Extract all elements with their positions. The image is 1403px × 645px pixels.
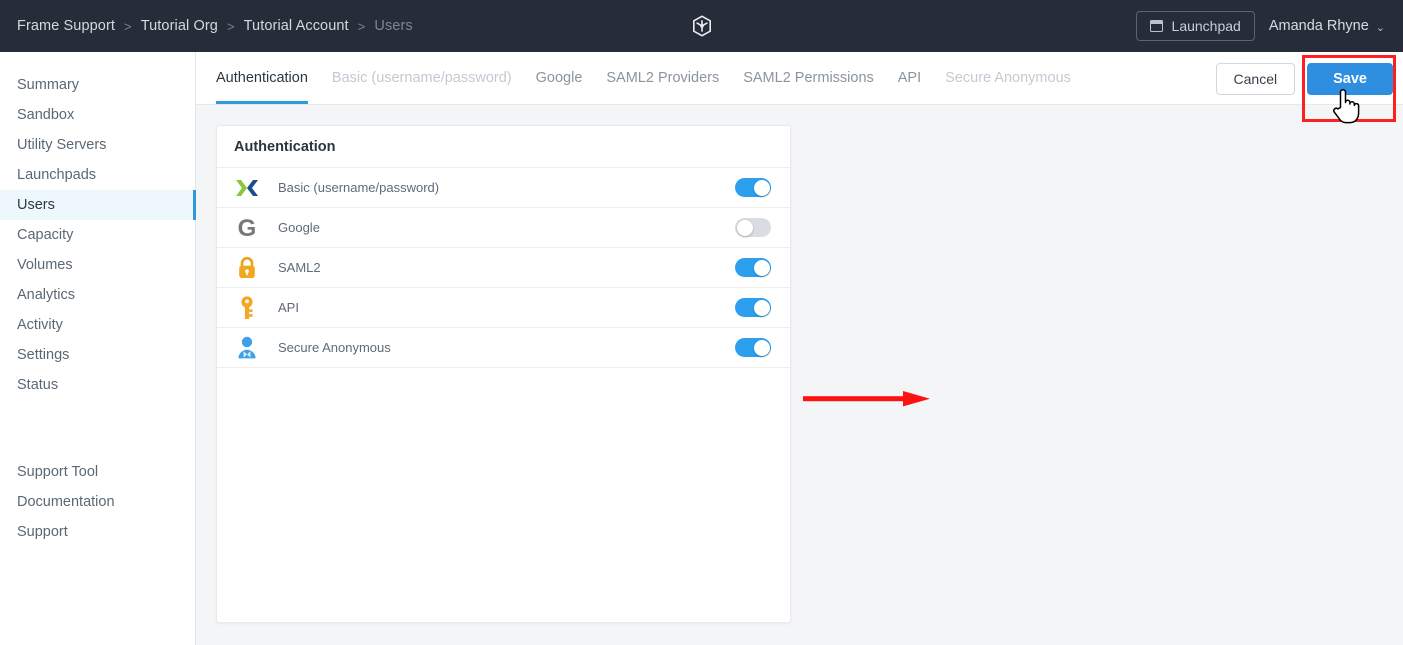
cancel-button[interactable]: Cancel	[1215, 63, 1296, 95]
top-bar-right: Launchpad Amanda Rhyne ⌄	[1135, 0, 1389, 52]
window-icon	[1149, 20, 1163, 32]
sidebar-item-sandbox[interactable]: Sandbox	[0, 100, 195, 130]
breadcrumb-separator: >	[124, 18, 132, 34]
sidebar-item-settings[interactable]: Settings	[0, 340, 195, 370]
sidebar-item-support-tool[interactable]: Support Tool	[0, 457, 195, 487]
sidebar-item-label: Launchpads	[17, 167, 97, 183]
auth-row-label: API	[278, 300, 299, 315]
toggle-knob	[753, 339, 770, 356]
tab-saml2-providers[interactable]: SAML2 Providers	[606, 52, 719, 104]
card-title: Authentication	[217, 126, 790, 168]
red-arrow-right-icon	[803, 390, 931, 413]
save-button[interactable]: Save	[1307, 63, 1393, 95]
sidebar-item-utility-servers[interactable]: Utility Servers	[0, 130, 195, 160]
sidebar-item-capacity[interactable]: Capacity	[0, 220, 195, 250]
top-bar: Frame Support > Tutorial Org > Tutorial …	[0, 0, 1403, 52]
tab-secure-anonymous[interactable]: Secure Anonymous	[945, 52, 1071, 104]
sidebar-item-label: Status	[17, 377, 59, 393]
toggle-knob	[753, 179, 770, 196]
sidebar-item-volumes[interactable]: Volumes	[0, 250, 195, 280]
app-root: Frame Support > Tutorial Org > Tutorial …	[0, 0, 1403, 645]
launchpad-button[interactable]: Launchpad	[1135, 11, 1255, 41]
sidebar-item-users[interactable]: Users	[0, 190, 196, 220]
google-g-icon: G	[234, 215, 260, 241]
sidebar-item-documentation[interactable]: Documentation	[0, 487, 195, 517]
sidebar-item-label: Support Tool	[17, 464, 99, 480]
auth-row-label: Google	[278, 220, 320, 235]
sidebar-item-support[interactable]: Support	[0, 517, 195, 547]
toggle-api[interactable]	[735, 298, 771, 317]
sidebar: Summary Sandbox Utility Servers Launchpa…	[0, 52, 196, 645]
sidebar-item-label: Summary	[17, 77, 80, 93]
content-area: Authentication Basic (username/password)…	[196, 52, 1403, 645]
user-menu[interactable]: Amanda Rhyne ⌄	[1269, 18, 1389, 34]
tab-label: API	[897, 70, 922, 86]
auth-row-api: API	[217, 288, 790, 328]
auth-row-saml2: SAML2	[217, 248, 790, 288]
breadcrumb-separator: >	[226, 18, 235, 34]
tab-label: Basic (username/password)	[331, 70, 512, 86]
launchpad-button-label: Launchpad	[1171, 18, 1241, 34]
cube-logo-icon	[690, 14, 714, 38]
tab-label: Google	[535, 70, 583, 86]
key-icon	[234, 295, 260, 321]
toggle-secure-anonymous[interactable]	[735, 338, 771, 357]
sidebar-item-activity[interactable]: Activity	[0, 310, 195, 340]
tab-actions: Cancel Save	[1215, 63, 1393, 95]
sidebar-item-status[interactable]: Status	[0, 370, 195, 400]
toggle-knob	[753, 259, 770, 276]
auth-row-label: Basic (username/password)	[278, 180, 440, 195]
toggle-knob	[736, 219, 753, 236]
auth-row-google: G Google	[217, 208, 790, 248]
chevron-down-icon: ⌄	[1375, 21, 1385, 34]
lock-icon	[234, 255, 260, 281]
breadcrumb: Frame Support > Tutorial Org > Tutorial …	[0, 18, 413, 34]
sidebar-item-label: Capacity	[17, 227, 74, 243]
sidebar-item-label: Analytics	[17, 287, 76, 303]
sidebar-item-label: Utility Servers	[17, 137, 107, 153]
auth-row-basic: Basic (username/password)	[217, 168, 790, 208]
user-person-icon	[234, 335, 260, 361]
auth-row-label: Secure Anonymous	[278, 340, 391, 355]
auth-row-label: SAML2	[278, 260, 321, 275]
sidebar-item-label: Support	[17, 524, 68, 540]
sidebar-item-analytics[interactable]: Analytics	[0, 280, 195, 310]
sidebar-item-label: Documentation	[17, 494, 115, 510]
toggle-google[interactable]	[735, 218, 771, 237]
tab-api[interactable]: API	[898, 52, 921, 104]
breadcrumb-item-2[interactable]: Tutorial Account	[244, 18, 349, 34]
breadcrumb-separator: >	[357, 18, 366, 34]
breadcrumb-item-3: Users	[374, 18, 413, 34]
sidebar-item-label: Settings	[17, 347, 70, 363]
breadcrumb-item-0[interactable]: Frame Support	[17, 18, 115, 34]
toggle-knob	[753, 299, 770, 316]
tab-label: SAML2 Providers	[606, 70, 720, 86]
tab-saml2-permissions[interactable]: SAML2 Permissions	[743, 52, 874, 104]
sidebar-item-label: Activity	[17, 317, 63, 333]
svg-text:G: G	[238, 215, 257, 241]
user-name-label: Amanda Rhyne	[1268, 18, 1369, 34]
tab-label: Secure Anonymous	[945, 70, 1071, 86]
toggle-basic[interactable]	[735, 178, 771, 197]
tab-basic-username-password[interactable]: Basic (username/password)	[332, 52, 512, 104]
tab-label: SAML2 Permissions	[743, 70, 874, 86]
toggle-saml2[interactable]	[735, 258, 771, 277]
sidebar-item-launchpads[interactable]: Launchpads	[0, 160, 195, 190]
tab-google[interactable]: Google	[536, 52, 583, 104]
sidebar-item-label: Users	[17, 197, 55, 213]
tab-authentication[interactable]: Authentication	[216, 52, 308, 104]
tab-label: Authentication	[216, 70, 308, 86]
tab-bar: Authentication Basic (username/password)…	[196, 52, 1403, 105]
frame-x-icon	[234, 175, 260, 201]
auth-row-secure-anonymous: Secure Anonymous	[217, 328, 790, 368]
sidebar-item-summary[interactable]: Summary	[0, 70, 195, 100]
breadcrumb-item-1[interactable]: Tutorial Org	[141, 18, 218, 34]
authentication-card: Authentication Basic (username/password)…	[216, 125, 791, 623]
sidebar-item-label: Sandbox	[17, 107, 75, 123]
sidebar-item-label: Volumes	[17, 257, 73, 273]
